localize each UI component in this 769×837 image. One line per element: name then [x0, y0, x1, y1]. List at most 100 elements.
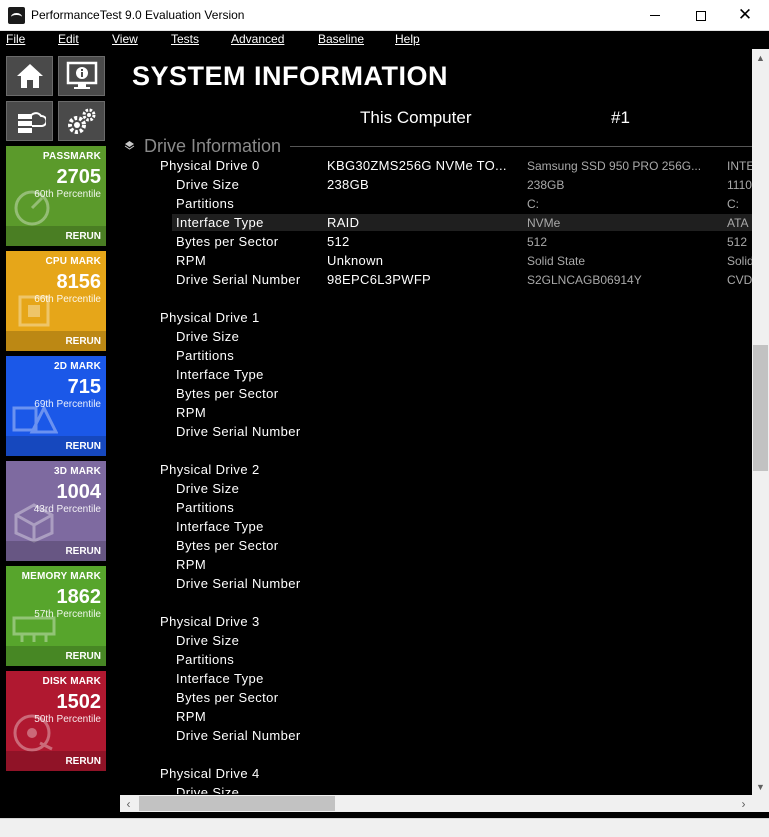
- maximize-icon: [696, 10, 706, 21]
- field-label: RPM: [176, 557, 207, 572]
- menu-help[interactable]: Help: [395, 31, 420, 49]
- drive0-baseline2-value: C:: [727, 197, 739, 211]
- system-info-icon: [66, 61, 97, 89]
- tile-score: 1862: [56, 586, 102, 608]
- tile-score: 1502: [56, 691, 102, 713]
- vertical-scroll-thumb[interactable]: [753, 345, 768, 471]
- menu-file[interactable]: File: [6, 31, 25, 49]
- drive0-this-value: 98EPC6L3PWFP: [327, 272, 432, 287]
- tile-percentile: 50th Percentile: [34, 714, 101, 725]
- field-label: Partitions: [176, 348, 235, 363]
- page-title: SYSTEM INFORMATION: [132, 61, 448, 91]
- scrollbar-corner: [752, 795, 769, 812]
- drive0-baseline1-value: NVMe: [527, 216, 561, 230]
- close-button[interactable]: ✕: [722, 0, 768, 31]
- field-label: Interface Type: [176, 215, 264, 230]
- menu-tests[interactable]: Tests: [171, 31, 199, 49]
- drive0-baseline2-value: 512: [727, 235, 748, 249]
- drive0-baseline2-value: ATA: [727, 216, 749, 230]
- drive0-baseline1-value: C:: [527, 197, 539, 211]
- horizontal-scrollbar[interactable]: ‹ ›: [120, 795, 752, 812]
- vertical-scrollbar[interactable]: ▲ ▼: [752, 49, 769, 795]
- title-bar: PerformanceTest 9.0 Evaluation Version ✕: [0, 0, 769, 31]
- rerun-button[interactable]: RERUN: [65, 651, 101, 662]
- cloud-server-icon: [17, 112, 46, 133]
- maximize-button[interactable]: [678, 0, 724, 31]
- drive-label: Physical Drive 3: [160, 614, 260, 629]
- horizontal-scroll-thumb[interactable]: [139, 796, 335, 811]
- field-label: Bytes per Sector: [176, 538, 279, 553]
- drive0-this-value: 238GB: [327, 177, 369, 192]
- scroll-right-icon[interactable]: ›: [735, 795, 752, 812]
- field-label: Interface Type: [176, 367, 264, 382]
- field-label: Partitions: [176, 652, 235, 667]
- drive-label: Physical Drive 1: [160, 310, 260, 325]
- field-label: Partitions: [176, 500, 235, 515]
- tile-percentile: 66th Percentile: [34, 294, 101, 305]
- drive0-this-value: RAID: [327, 215, 360, 230]
- menu-advanced[interactable]: Advanced: [231, 31, 284, 49]
- system-info-button[interactable]: [58, 56, 105, 96]
- field-label: Bytes per Sector: [176, 234, 279, 249]
- minimize-button[interactable]: [632, 0, 678, 31]
- window-title: PerformanceTest 9.0 Evaluation Version: [31, 8, 245, 22]
- tile-name: 2D MARK: [54, 361, 101, 372]
- tile-cpu-mark[interactable]: CPU MARK 8156 66th Percentile RERUN: [6, 251, 106, 351]
- scroll-up-icon[interactable]: ▲: [752, 49, 769, 66]
- rerun-button[interactable]: RERUN: [65, 441, 101, 452]
- tile-percentile: 60th Percentile: [34, 189, 101, 200]
- field-label: Drive Serial Number: [176, 728, 301, 743]
- drive-label: Physical Drive 0: [160, 158, 260, 173]
- home-icon: [16, 64, 43, 88]
- scroll-left-icon[interactable]: ‹: [120, 795, 137, 812]
- menu-edit[interactable]: Edit: [58, 31, 79, 49]
- section-drive-information[interactable]: Drive Information: [144, 136, 281, 157]
- collapse-section-icon[interactable]: [124, 140, 135, 151]
- drive-label: Physical Drive 4: [160, 766, 260, 781]
- field-label: Drive Serial Number: [176, 424, 301, 439]
- tile-score: 2705: [56, 166, 102, 188]
- tile-2d-mark[interactable]: 2D MARK 715 69th Percentile RERUN: [6, 356, 106, 456]
- drive0-baseline1-value: S2GLNCAGB06914Y: [527, 273, 642, 287]
- scroll-down-icon[interactable]: ▼: [752, 778, 769, 795]
- tile-disk-mark[interactable]: DISK MARK 1502 50th Percentile RERUN: [6, 671, 106, 771]
- section-divider: [290, 146, 752, 147]
- field-label: Bytes per Sector: [176, 386, 279, 401]
- rerun-button[interactable]: RERUN: [65, 336, 101, 347]
- tile-percentile: 43rd Percentile: [33, 504, 101, 515]
- rerun-button[interactable]: RERUN: [65, 231, 101, 242]
- drive0-baseline1-value: 512: [527, 235, 548, 249]
- column-header-baseline-1: #1: [611, 108, 630, 127]
- drive0-baseline1-value: 238GB: [527, 178, 565, 192]
- window-bottom-edge: [0, 818, 769, 837]
- rerun-button[interactable]: RERUN: [65, 756, 101, 767]
- menu-view[interactable]: View: [112, 31, 138, 49]
- field-label: RPM: [176, 405, 207, 420]
- rerun-button[interactable]: RERUN: [65, 546, 101, 557]
- settings-button[interactable]: [58, 101, 105, 141]
- field-label: Drive Size: [176, 329, 240, 344]
- tile-score: 1004: [56, 481, 102, 503]
- field-label: RPM: [176, 253, 207, 268]
- home-button[interactable]: [6, 56, 53, 96]
- menu-bar: File Edit View Tests Advanced Baseline H…: [0, 31, 769, 49]
- drive0-baseline2-value: CVD: [727, 273, 752, 287]
- field-label: Interface Type: [176, 671, 264, 686]
- field-label: RPM: [176, 709, 207, 724]
- tile-percentile: 57th Percentile: [34, 609, 101, 620]
- minimize-icon: [650, 15, 660, 16]
- cloud-server-button[interactable]: [6, 101, 53, 141]
- field-label: Interface Type: [176, 519, 264, 534]
- field-label: Drive Size: [176, 481, 240, 496]
- main-area: PASSMARK 2705 60th Percentile RERUN CPU …: [0, 49, 769, 837]
- drive0-baseline2-value: 1110: [727, 178, 752, 192]
- tile-score: 715: [67, 376, 101, 398]
- tile-3d-mark[interactable]: 3D MARK 1004 43rd Percentile RERUN: [6, 461, 106, 561]
- field-label: Drive Size: [176, 633, 240, 648]
- tile-passmark[interactable]: PASSMARK 2705 60th Percentile RERUN: [6, 146, 106, 246]
- field-label: Bytes per Sector: [176, 690, 279, 705]
- menu-baseline[interactable]: Baseline: [318, 31, 364, 49]
- tile-memory-mark[interactable]: MEMORY MARK 1862 57th Percentile RERUN: [6, 566, 106, 666]
- close-icon: ✕: [737, 5, 753, 25]
- settings-icon: [67, 108, 95, 134]
